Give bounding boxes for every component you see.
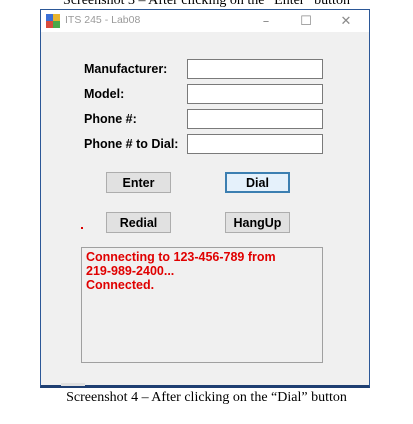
minimize-button[interactable]: – [246,10,286,32]
dial-button[interactable]: Dial [225,172,290,193]
app-icon [46,14,60,28]
redial-button[interactable]: Redial [106,212,171,233]
model-label: Model: [84,87,125,101]
output-line-1: Connecting to 123-456-789 from [86,250,276,264]
output-line-3: Connected. [86,278,155,292]
manufacturer-label: Manufacturer: [84,62,168,76]
manufacturer-field[interactable] [187,59,323,79]
phone-field[interactable] [187,109,323,129]
window-title: ITS 245 - Lab08 [65,14,141,26]
app-window: ITS 245 - Lab08 – ☐ ✕ Manufacturer: Mode… [40,9,370,388]
title-bar[interactable]: ITS 245 - Lab08 – ☐ ✕ [41,10,369,32]
hangup-button[interactable]: HangUp [225,212,290,233]
close-button[interactable]: ✕ [326,10,366,32]
window-corner-artifact [61,383,85,386]
dial-number-label: Phone # to Dial: [84,137,179,151]
caption-top: Screenshot 3 – After clicking on the “En… [63,0,350,8]
status-output[interactable]: Connecting to 123-456-789 from 219-989-2… [81,247,323,363]
model-field[interactable] [187,84,323,104]
caption-bottom: Screenshot 4 – After clicking on the “Di… [66,390,347,405]
stray-dot [81,227,83,229]
dial-number-field[interactable] [187,134,323,154]
enter-button[interactable]: Enter [106,172,171,193]
phone-label: Phone #: [84,112,137,126]
output-line-2: 219-989-2400... [86,264,175,278]
maximize-button[interactable]: ☐ [286,10,326,32]
